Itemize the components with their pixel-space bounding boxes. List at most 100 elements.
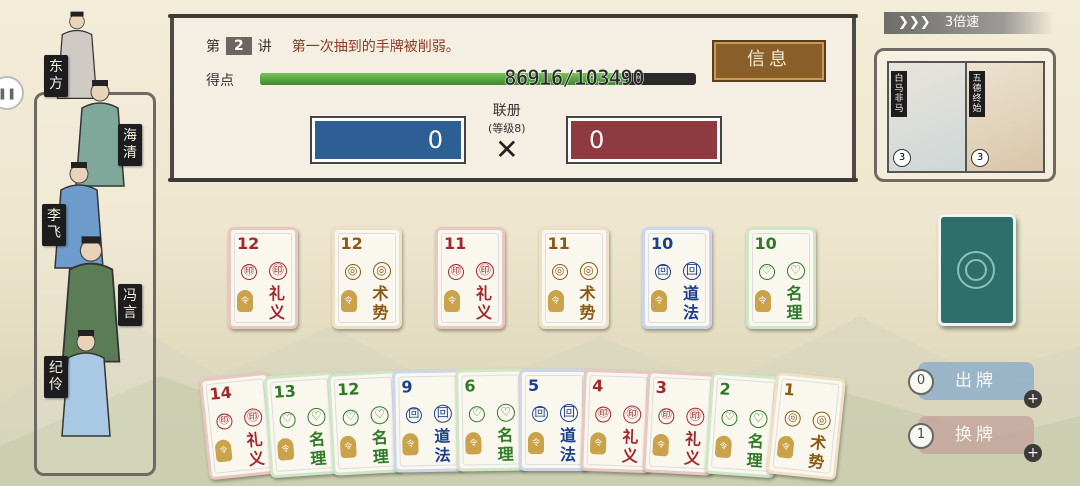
seal-icon: 令 xyxy=(214,439,233,463)
card-school: 道法 xyxy=(434,427,451,466)
school-symbol-icon: ◎ xyxy=(551,264,568,280)
special-card-name: 白马非马 xyxy=(891,71,907,117)
lesson-panel: 第 2 讲 第一次抽到的手牌被削弱。 信息 得点 86916/103490 0 … xyxy=(168,14,858,182)
seal-icon: 令 xyxy=(340,290,357,312)
card-number: 12 xyxy=(336,379,360,400)
game-card[interactable]: 11 ㊞ ㊞ 令 礼义 xyxy=(435,227,505,329)
play-label: 出牌 xyxy=(955,371,997,391)
game-card[interactable]: 12 ◎ ◎ 令 术势 xyxy=(331,227,402,329)
card-number: 13 xyxy=(272,380,297,402)
special-card[interactable]: 五德终始 3 xyxy=(965,61,1045,173)
school-symbol-icon: ♡ xyxy=(786,262,805,280)
seal-icon: 令 xyxy=(444,290,460,312)
seal-icon: 令 xyxy=(651,290,667,312)
seal-icon: 令 xyxy=(237,290,253,312)
seal-icon: 令 xyxy=(589,432,607,456)
card-school: 礼义 xyxy=(245,429,266,470)
special-card[interactable]: 白马非马 3 xyxy=(887,61,967,173)
blue-score-box: 0 xyxy=(310,116,466,164)
game-card[interactable]: 5 回 回 令 道法 xyxy=(519,368,589,471)
school-symbol-icon: ㊞ xyxy=(448,264,464,280)
multiply-icon: ✕ xyxy=(495,133,519,166)
lesson-number: 2 xyxy=(226,37,252,55)
special-card-panel: 白马非马 3 五德终始 3 xyxy=(874,48,1056,182)
score-label: 得点 xyxy=(206,73,234,89)
lesson-indicator: 第 2 讲 第一次抽到的手牌被削弱。 xyxy=(206,36,460,56)
seal-icon: 令 xyxy=(528,431,544,454)
character-name: 东方 xyxy=(44,55,68,97)
fast-forward-icon: ❯❯❯ xyxy=(898,15,931,30)
lesson-suffix: 讲 xyxy=(257,39,272,55)
game-card[interactable]: 12 ㊞ ㊞ 令 礼义 xyxy=(228,227,298,329)
seal-icon: 令 xyxy=(714,434,733,458)
card-school: 礼义 xyxy=(476,284,493,322)
school-symbol-icon: ㊞ xyxy=(476,262,494,280)
school-symbol-icon: ♡ xyxy=(496,403,516,422)
school-symbol-icon: ◎ xyxy=(344,264,361,280)
game-card[interactable]: 9 回 回 令 道法 xyxy=(392,369,464,473)
school-symbol-icon: ◎ xyxy=(579,262,598,280)
card-school: 名理 xyxy=(497,425,514,464)
game-card[interactable]: 11 ◎ ◎ 令 术势 xyxy=(538,227,609,329)
game-card[interactable]: 6 ♡ ♡ 令 名理 xyxy=(455,368,527,472)
seal-icon: 令 xyxy=(754,290,771,312)
school-symbol-icon: ♡ xyxy=(758,264,775,280)
lesson-tip: 第一次抽到的手牌被削弱。 xyxy=(291,39,460,55)
school-symbol-icon: 回 xyxy=(683,262,701,280)
plus-icon[interactable]: + xyxy=(1024,444,1042,462)
swap-button[interactable]: 1 换牌 + xyxy=(908,416,1042,462)
card-school: 礼义 xyxy=(621,427,639,467)
speed-label: 3倍速 xyxy=(944,15,980,30)
combo-display: 联册 (等级8) ✕ xyxy=(488,100,526,164)
card-school: 礼义 xyxy=(683,429,702,469)
play-count: 0 xyxy=(908,369,934,395)
card-school: 礼义 xyxy=(269,284,286,322)
card-school: 道法 xyxy=(560,425,577,464)
card-number: 10 xyxy=(754,234,777,253)
special-card-count: 3 xyxy=(971,149,989,167)
game-card[interactable]: 12 ♡ ♡ 令 名理 xyxy=(327,370,403,476)
card-school: 术势 xyxy=(579,284,596,322)
play-button[interactable]: 0 出牌 + xyxy=(908,362,1042,408)
seal-icon: 令 xyxy=(402,433,419,456)
card-number: 12 xyxy=(340,234,363,253)
game-card[interactable]: 10 ♡ ♡ 令 名理 xyxy=(745,227,816,329)
school-symbol-icon: ◎ xyxy=(372,262,391,280)
card-number: 3 xyxy=(655,377,668,398)
card-school: 名理 xyxy=(786,284,803,322)
game-card[interactable]: 1 ◎ ◎ 令 术势 xyxy=(765,371,847,481)
draw-deck[interactable] xyxy=(938,214,1016,326)
pause-button[interactable]: ❚❚ xyxy=(0,76,24,110)
info-button[interactable]: 信息 xyxy=(712,40,826,82)
card-school: 名理 xyxy=(371,427,390,467)
game-card[interactable]: 10 回 回 令 道法 xyxy=(642,227,712,329)
seal-icon: 令 xyxy=(547,290,564,312)
character-name: 纪伶 xyxy=(44,356,68,398)
card-number: 14 xyxy=(208,382,233,405)
card-number: 11 xyxy=(547,234,570,253)
card-school: 道法 xyxy=(683,284,700,322)
school-symbol-icon: 回 xyxy=(560,403,578,422)
school-symbol-icon: 回 xyxy=(532,405,548,422)
school-symbol-icon: ♡ xyxy=(468,405,486,423)
seal-icon: 令 xyxy=(276,437,295,461)
speed-toggle[interactable]: ❯❯❯ 3倍速 xyxy=(884,12,1054,34)
special-card-name: 五德终始 xyxy=(969,71,985,117)
card-number: 6 xyxy=(464,376,476,396)
card-school: 名理 xyxy=(745,430,765,471)
plus-icon[interactable]: + xyxy=(1024,390,1042,408)
seal-icon: 令 xyxy=(776,435,795,459)
card-number: 5 xyxy=(528,375,540,395)
school-symbol-icon: ㊞ xyxy=(241,264,257,280)
red-score-box: 0 xyxy=(566,116,722,164)
swap-label: 换牌 xyxy=(955,425,997,445)
card-number: 12 xyxy=(237,234,260,253)
card-school: 术势 xyxy=(372,284,389,322)
school-symbol-icon: 回 xyxy=(655,264,671,280)
seal-icon: 令 xyxy=(652,433,670,457)
character-name: 冯言 xyxy=(118,284,142,326)
combo-name: 联册 xyxy=(492,103,521,119)
card-number: 10 xyxy=(651,234,674,253)
deck-emblem-inner-icon xyxy=(965,259,987,281)
score-progress-text: 86916/103490 xyxy=(504,66,645,91)
